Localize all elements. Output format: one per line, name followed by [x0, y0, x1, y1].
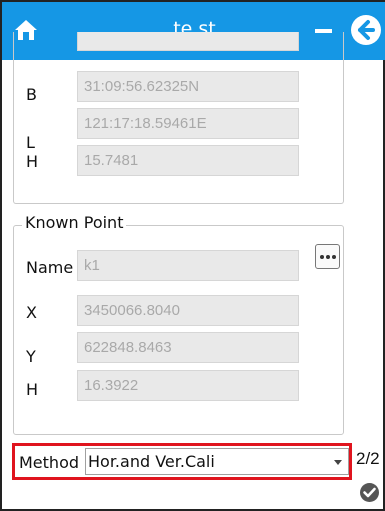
- method-select[interactable]: Hor.and Ver.Cali: [85, 448, 349, 475]
- field-label-h2: H: [26, 380, 39, 399]
- more-dots-icon: [320, 255, 324, 259]
- method-select-value: Hor.and Ver.Cali: [88, 452, 215, 471]
- back-arrow-icon: [358, 20, 375, 40]
- field-label-l: L: [26, 133, 35, 152]
- field-label-h: H: [26, 152, 39, 171]
- field-label-y: Y: [26, 347, 36, 366]
- more-button[interactable]: [315, 244, 340, 269]
- checkmark-icon: [363, 487, 376, 498]
- more-dots-icon: [332, 255, 336, 259]
- field-label-name: Name: [26, 258, 74, 277]
- y-field[interactable]: 622848.8463: [77, 332, 299, 363]
- latitude-field[interactable]: 31:09:56.62325N: [77, 71, 299, 102]
- confirm-button[interactable]: [360, 483, 379, 502]
- back-button[interactable]: [351, 15, 381, 45]
- app-window: te st B 31:09:56.62325N L 121:17:18.5946…: [0, 0, 385, 511]
- height-field[interactable]: 15.7481: [77, 145, 299, 176]
- method-label: Method: [19, 453, 80, 472]
- x-field[interactable]: 3450066.8040: [77, 295, 299, 326]
- page-indicator: 2/2: [356, 449, 380, 468]
- field-label-b: B: [26, 85, 37, 104]
- known-point-legend: Known Point: [22, 213, 127, 232]
- known-height-field[interactable]: 16.3922: [77, 370, 299, 401]
- chevron-down-icon: [334, 460, 342, 465]
- longitude-field[interactable]: 121:17:18.59461E: [77, 108, 299, 139]
- method-row: Method Hor.and Ver.Cali: [12, 443, 352, 480]
- clipped-field: [77, 32, 299, 51]
- name-field[interactable]: k1: [77, 250, 299, 281]
- more-dots-icon: [326, 255, 330, 259]
- field-label-x: X: [26, 303, 37, 322]
